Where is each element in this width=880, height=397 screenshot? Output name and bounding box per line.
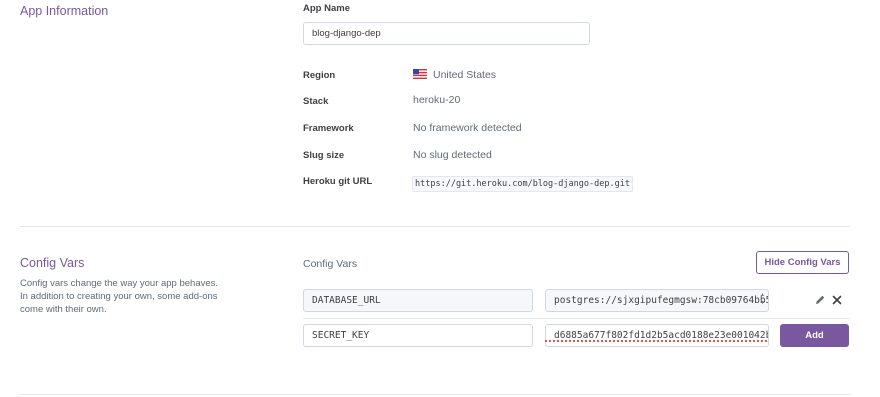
- app-name-input[interactable]: blog-django-dep: [303, 22, 590, 45]
- config-vars-column-label: Config Vars: [303, 258, 358, 270]
- git-url-label: Heroku git URL: [303, 176, 373, 187]
- value-stepper[interactable]: ▲ ▼: [758, 291, 767, 308]
- config-vars-description: Config vars change the way your app beha…: [20, 278, 219, 315]
- section-divider: [20, 226, 850, 227]
- spellcheck-underline: [545, 340, 767, 342]
- framework-label: Framework: [303, 123, 354, 134]
- git-url-value[interactable]: https://git.heroku.com/blog-django-dep.g…: [412, 176, 633, 192]
- stack-value: heroku-20: [413, 94, 461, 106]
- stack-label: Stack: [303, 96, 329, 107]
- region-label: Region: [303, 70, 336, 81]
- framework-value: No framework detected: [413, 122, 522, 134]
- app-name-label: App Name: [303, 3, 350, 14]
- add-button[interactable]: Add: [780, 324, 849, 347]
- config-var-value-input[interactable]: postgres://sjxgipufegmgsw:78cb09764bb5: [545, 289, 769, 312]
- app-information-title: App Information: [20, 4, 109, 18]
- slug-size-value: No slug detected: [413, 149, 492, 161]
- slug-size-label: Slug size: [303, 150, 345, 161]
- pencil-icon[interactable]: [814, 294, 826, 306]
- bottom-divider: [20, 394, 850, 395]
- config-vars-title: Config Vars: [20, 256, 85, 270]
- new-config-value-input[interactable]: d6885a677f802fd1d2b5acd0188e23e001042b05…: [545, 324, 769, 347]
- new-config-key-input[interactable]: SECRET_KEY: [303, 324, 533, 347]
- config-row-divider: [303, 318, 850, 319]
- config-var-key-input[interactable]: DATABASE_URL: [303, 289, 533, 312]
- hide-config-vars-button[interactable]: Hide Config Vars: [756, 251, 849, 274]
- close-icon[interactable]: [831, 294, 843, 306]
- region-value: United States: [433, 69, 497, 81]
- us-flag-icon: [413, 69, 427, 79]
